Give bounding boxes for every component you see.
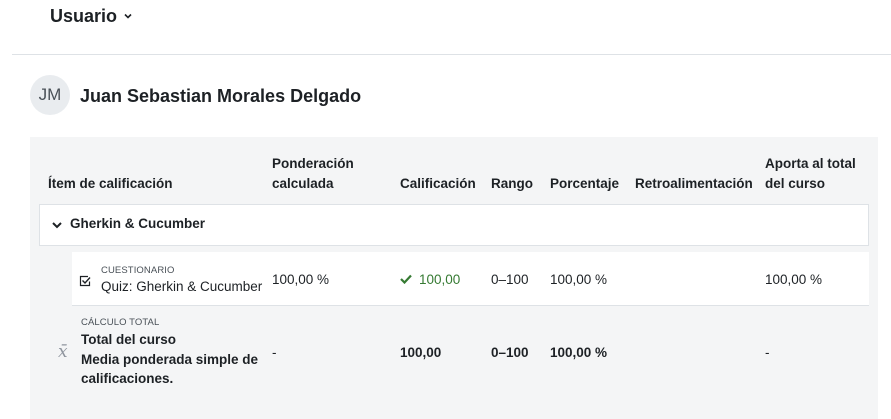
total-type-label: CÁLCULO TOTAL [81, 317, 160, 328]
table-row: CUESTIONARIO Quiz: Gherkin & Cucumber 10… [72, 252, 869, 306]
total-range: 0–100 [491, 345, 529, 360]
mean-icon: x̄ [58, 342, 68, 362]
column-header-contribution-line1: Aporta al total [765, 156, 856, 171]
check-icon [400, 272, 412, 287]
avatar: JM [30, 75, 70, 115]
category-name: Gherkin & Cucumber [70, 216, 206, 231]
total-name-line3: calificaciones. [81, 371, 174, 386]
chevron-down-icon [124, 13, 132, 19]
column-header-contribution: Aporta al total del curso [765, 154, 856, 194]
total-name-line1: Total del curso [81, 332, 177, 347]
item-weight: 100,00 % [272, 272, 330, 287]
user-full-name: Juan Sebastian Morales Delgado [80, 86, 362, 106]
column-header-weight-line2: calculada [272, 176, 334, 191]
quiz-checkbox-icon [79, 274, 91, 292]
total-grade: 100,00 [400, 345, 442, 360]
column-header-contribution-line2: del curso [765, 176, 826, 191]
column-header-percentage: Porcentaje [550, 176, 620, 191]
total-contribution: - [765, 345, 770, 360]
column-header-grade: Calificación [400, 176, 476, 191]
column-header-item: Ítem de calificación [48, 176, 173, 191]
column-header-feedback: Retroalimentación [635, 176, 753, 191]
avatar-initials: JM [38, 85, 62, 104]
total-percentage: 100,00 % [550, 345, 608, 360]
total-name-line2: Media ponderada simple de [81, 351, 259, 367]
user-grade-report: Ítem de calificación Ponderación calcula… [30, 137, 878, 419]
quiz-link[interactable]: Quiz: Gherkin & Cucumber [101, 279, 262, 294]
item-type-label: CUESTIONARIO [101, 265, 175, 276]
item-contribution: 100,00 % [765, 272, 823, 287]
item-range: 0–100 [491, 272, 529, 287]
category-row: Gherkin & Cucumber [39, 204, 869, 246]
user-menu-label: Usuario [50, 5, 118, 26]
user-menu-dropdown[interactable]: Usuario [50, 4, 132, 28]
header-divider [12, 54, 891, 55]
column-header-weight: Ponderación calculada [272, 154, 354, 194]
column-header-range: Rango [491, 176, 533, 191]
total-name: Total del curso Media ponderada simple d… [81, 330, 258, 389]
item-grade: 100,00 [400, 272, 460, 287]
column-header-weight-line1: Ponderación [272, 156, 354, 171]
item-grade-value: 100,00 [419, 272, 461, 287]
chevron-down-icon[interactable] [50, 218, 64, 232]
item-percentage: 100,00 % [550, 272, 608, 287]
total-weight: - [272, 345, 277, 360]
